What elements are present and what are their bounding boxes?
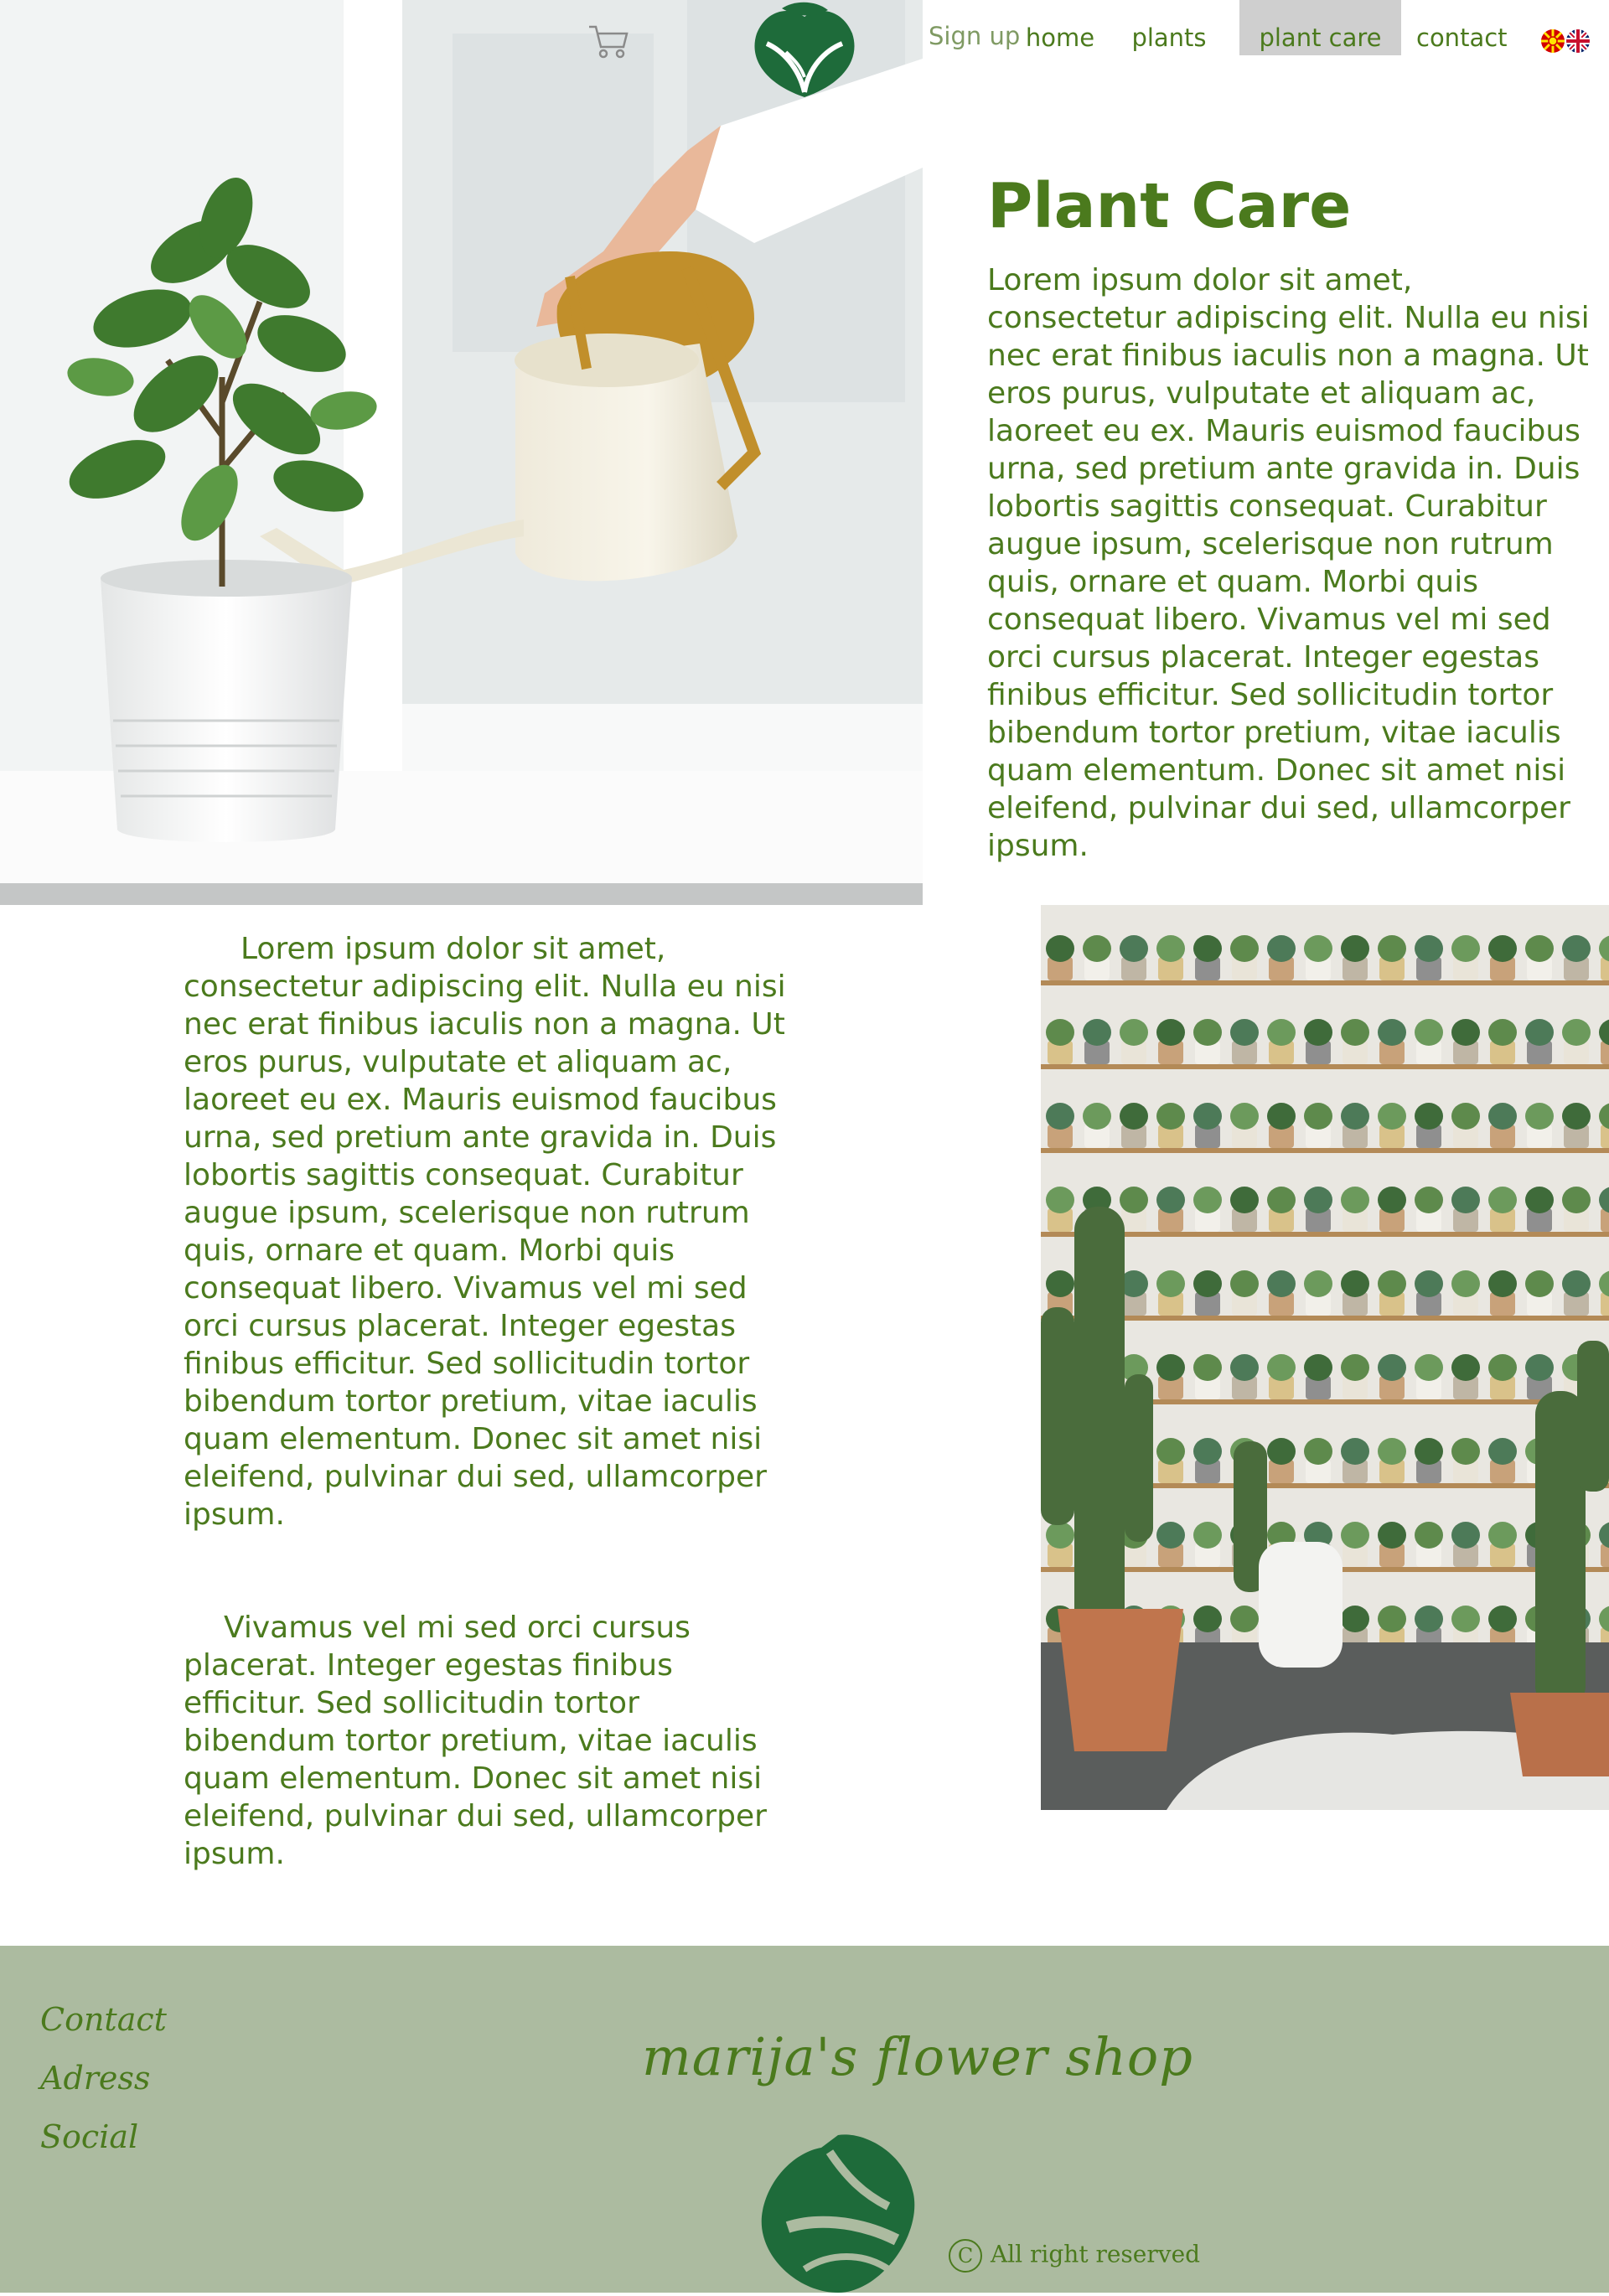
- copyright-label: All right reserved: [991, 2240, 1201, 2268]
- hero-watering-photo: [0, 0, 923, 905]
- leaf-logo-icon[interactable]: [748, 0, 861, 99]
- nav-home[interactable]: home: [1014, 0, 1106, 55]
- footer-social-link[interactable]: Social: [40, 2118, 138, 2155]
- cactus-shelves-illustration: [1041, 905, 1609, 1810]
- body-paragraph-1: Lorem ipsum dolor sit amet, consectetur …: [184, 930, 787, 1533]
- nav-plant-care[interactable]: plant care: [1239, 0, 1401, 55]
- body-paragraph-1-text: Lorem ipsum dolor sit amet, consectetur …: [184, 932, 786, 1532]
- nav-plants[interactable]: plants: [1125, 0, 1213, 55]
- nav-contact[interactable]: contact: [1416, 0, 1508, 55]
- shop-name: marija's flower shop: [642, 2026, 1193, 2087]
- body-paragraph-2-text: Vivamus vel mi sed orci cursus placerat.…: [184, 1611, 767, 1871]
- copyright-text: C All right reserved: [949, 2239, 1200, 2273]
- footer-address-link[interactable]: Adress: [40, 2060, 150, 2097]
- footer-contact-link[interactable]: Contact: [40, 2001, 167, 2038]
- copyright-icon: C: [949, 2239, 982, 2273]
- watering-plant-illustration: [0, 0, 923, 905]
- mk-flag-icon[interactable]: [1540, 28, 1565, 54]
- signup-link[interactable]: Sign up: [929, 22, 1020, 50]
- cactus-shelves-photo: [1041, 905, 1609, 1810]
- intro-paragraph: Lorem ipsum dolor sit amet, consectetur …: [987, 263, 1590, 863]
- cart-icon[interactable]: [587, 22, 630, 60]
- body-paragraph-2: Vivamus vel mi sed orci cursus placerat.…: [184, 1609, 787, 1873]
- footer-leaf-logo-icon: [737, 2127, 939, 2293]
- uk-flag-icon[interactable]: [1565, 28, 1591, 54]
- page-title: Plant Care: [987, 170, 1352, 242]
